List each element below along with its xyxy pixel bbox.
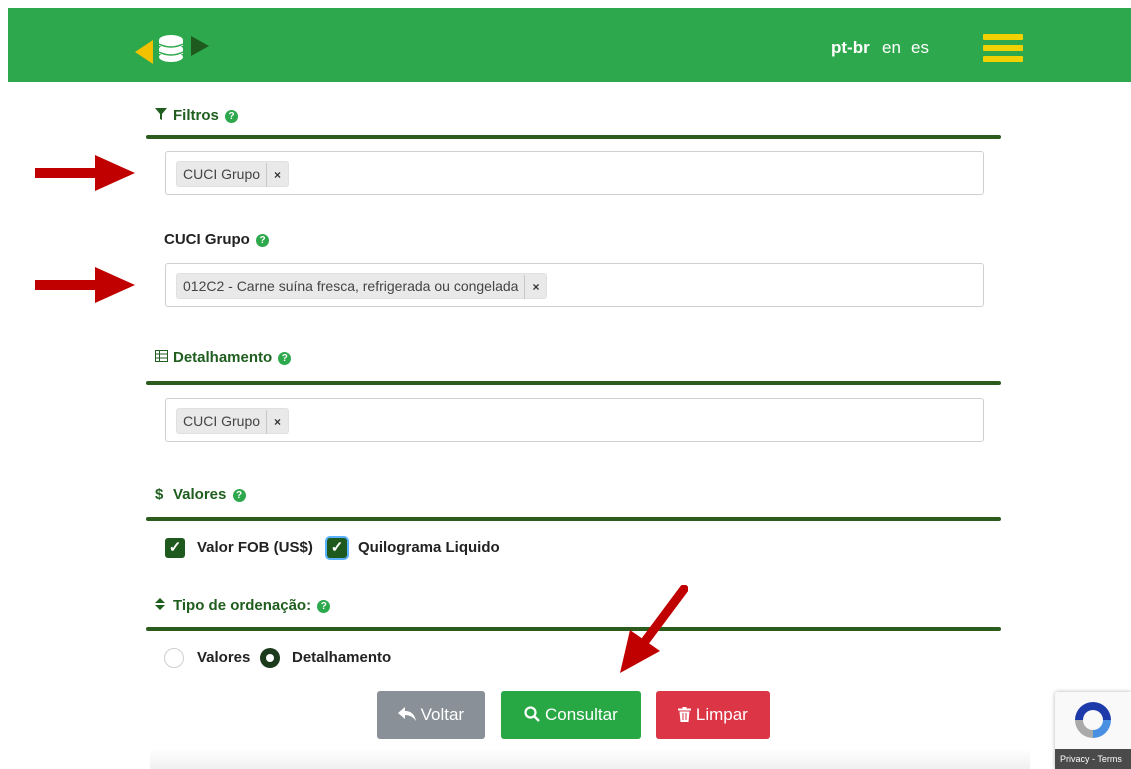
logo-icon[interactable] [133, 30, 213, 70]
back-label: Voltar [420, 705, 465, 724]
filters-section-title: Filtros ? [155, 107, 239, 124]
remove-tag-icon[interactable]: × [266, 163, 288, 187]
values-title: Valores [173, 486, 227, 503]
cuci-group-label: CUCI Grupo ? [164, 231, 269, 248]
filter-icon [155, 107, 173, 124]
remove-tag-icon[interactable]: × [524, 275, 546, 299]
sort-icon [155, 597, 173, 614]
selected-tag: 012C2 - Carne suína fresca, refrigerada … [176, 273, 548, 299]
help-icon[interactable]: ? [225, 110, 239, 123]
tag-label: CUCI Grupo [183, 413, 261, 429]
section-divider [146, 627, 1001, 631]
net-kilogram-label[interactable]: Quilograma Liquido [358, 539, 500, 556]
net-kilogram-checkbox[interactable]: ✓ [327, 538, 347, 558]
annotation-arrow-icon [35, 155, 135, 191]
remove-tag-icon[interactable]: × [266, 410, 288, 434]
search-icon [524, 705, 545, 724]
ordering-title: Tipo de ordenação: [173, 597, 312, 614]
help-icon[interactable]: ? [317, 600, 331, 613]
top-navbar: pt-br en es [8, 8, 1131, 82]
table-icon [155, 349, 173, 366]
detail-select[interactable]: CUCI Grupo × [165, 398, 984, 442]
clear-button[interactable]: Limpar [656, 691, 770, 739]
query-button[interactable]: Consultar [501, 691, 641, 739]
clear-label: Limpar [695, 705, 748, 724]
order-by-values-radio[interactable] [164, 648, 184, 668]
filters-title: Filtros [173, 107, 219, 124]
help-icon[interactable]: ? [278, 352, 292, 365]
fob-value-label[interactable]: Valor FOB (US$) [197, 539, 313, 556]
trash-icon [678, 705, 696, 724]
tag-label: CUCI Grupo [183, 166, 261, 182]
ordering-section-title: Tipo de ordenação: ? [155, 597, 331, 614]
selected-tag: CUCI Grupo × [176, 161, 290, 187]
recaptcha-footer[interactable]: Privacy - Terms [1055, 749, 1131, 769]
order-by-values-label[interactable]: Valores [197, 649, 250, 666]
lang-pt-br[interactable]: pt-br [831, 38, 870, 58]
annotation-arrow-icon [35, 267, 135, 303]
filters-select[interactable]: CUCI Grupo × [165, 151, 984, 195]
query-label: Consultar [544, 705, 618, 724]
annotation-arrow-icon [620, 585, 688, 673]
detail-title: Detalhamento [173, 349, 273, 366]
selected-tag: CUCI Grupo × [176, 408, 290, 434]
bottom-shadow [150, 748, 1030, 769]
order-by-detail-label[interactable]: Detalhamento [292, 649, 391, 666]
section-divider [146, 135, 1001, 139]
dollar-icon: $ [155, 486, 164, 503]
detail-section-title: Detalhamento ? [155, 349, 292, 366]
cuci-group-select[interactable]: 012C2 - Carne suína fresca, refrigerada … [165, 263, 984, 307]
order-by-detail-radio[interactable] [260, 648, 280, 668]
lang-en[interactable]: en [882, 38, 901, 58]
tag-label: 012C2 - Carne suína fresca, refrigerada … [183, 278, 519, 294]
lang-es[interactable]: es [911, 38, 929, 58]
recaptcha-badge[interactable]: Privacy - Terms [1055, 692, 1131, 769]
values-section-title: $ Valores ? [155, 486, 246, 503]
reply-icon [397, 705, 421, 724]
cuci-group-title: CUCI Grupo [164, 231, 250, 248]
section-divider [146, 517, 1001, 521]
help-icon[interactable]: ? [256, 234, 269, 247]
section-divider [146, 381, 1001, 385]
back-button[interactable]: Voltar [377, 691, 485, 739]
recaptcha-icon [1075, 702, 1111, 738]
fob-value-checkbox[interactable]: ✓ [165, 538, 185, 558]
help-icon[interactable]: ? [232, 489, 246, 502]
menu-icon[interactable] [983, 34, 1023, 66]
